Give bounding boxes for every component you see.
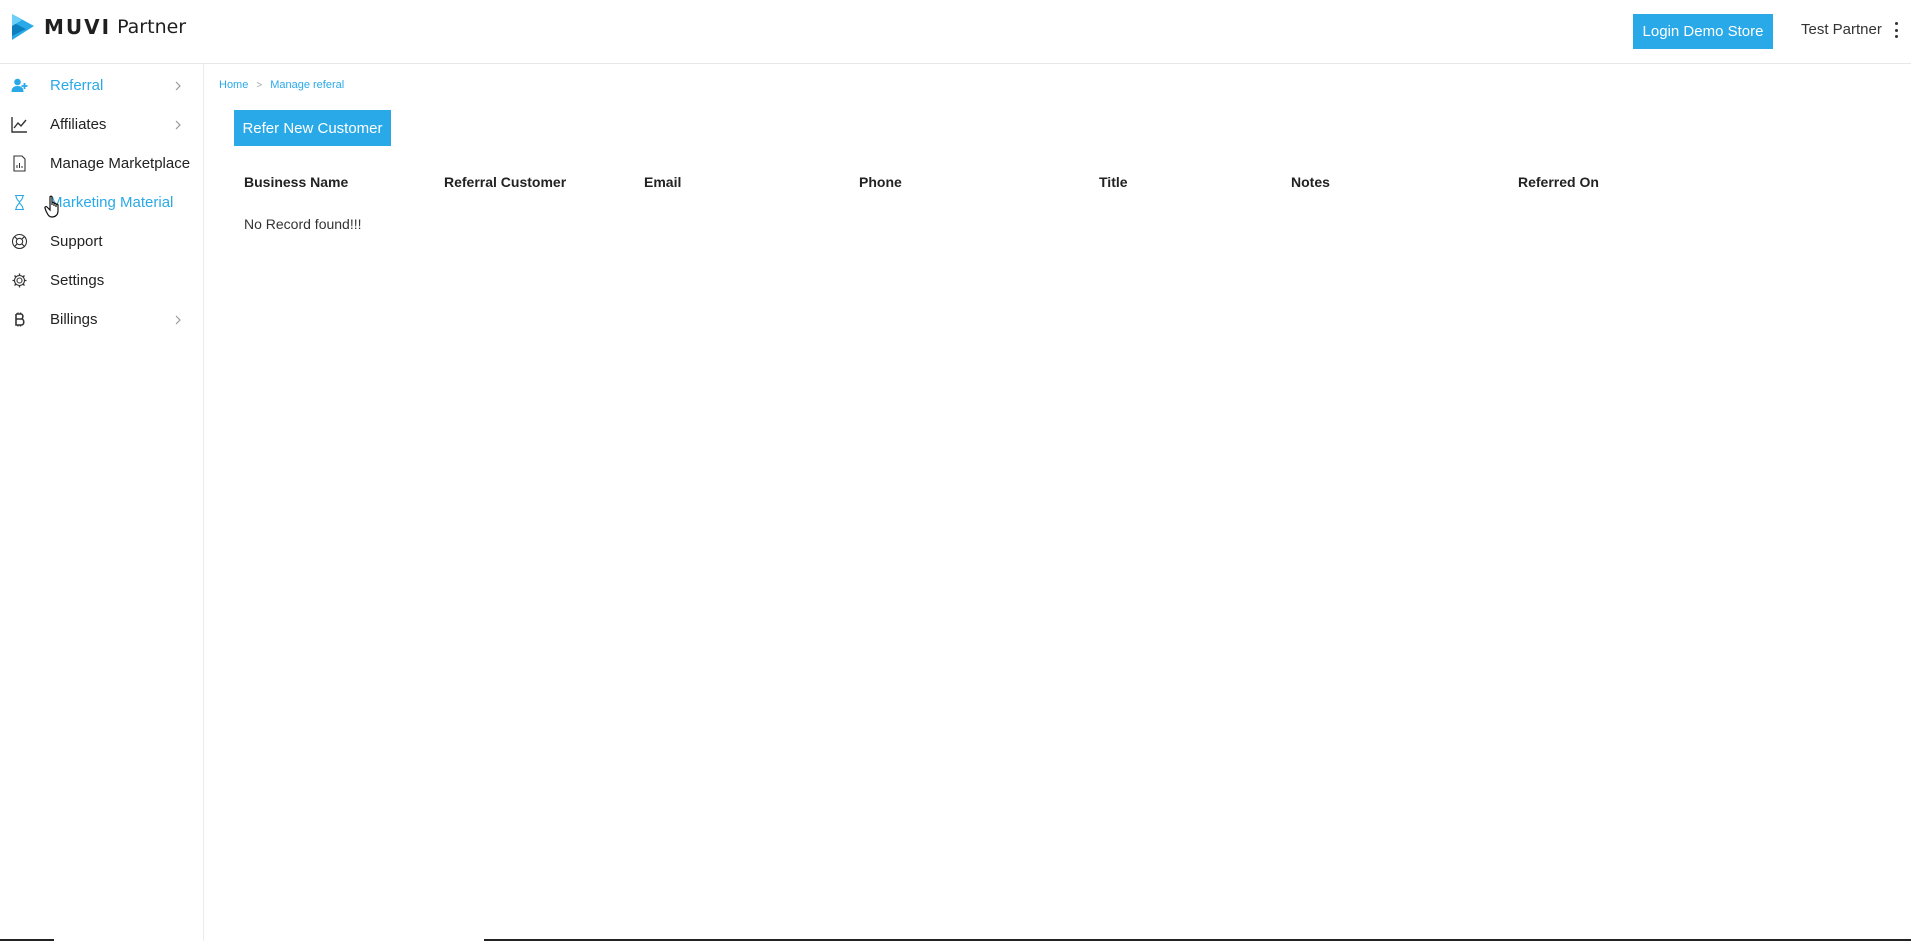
breadcrumb-separator: > [256, 79, 263, 91]
empty-state-message: No Record found!!! [244, 216, 362, 232]
breadcrumb-home-link[interactable]: Home [219, 79, 248, 91]
sidebar-item-label: Manage Marketplace [50, 155, 191, 172]
breadcrumb: Home > Manage referal [219, 79, 344, 91]
more-options-icon[interactable] [1893, 22, 1899, 38]
breadcrumb-current[interactable]: Manage referal [270, 79, 344, 91]
line-chart-icon [11, 116, 28, 133]
column-header-business-name: Business Name [244, 174, 349, 190]
column-header-email: Email [644, 174, 682, 190]
add-user-icon [11, 77, 28, 94]
sidebar-item-label: Marketing Material [50, 194, 174, 211]
refer-new-customer-button[interactable]: Refer New Customer [234, 110, 391, 146]
brand-name: MUVI [44, 15, 112, 39]
gear-icon [11, 272, 28, 289]
sidebar-item-marketing-material[interactable]: Marketing Material [0, 183, 203, 222]
user-name[interactable]: Test Partner [1801, 21, 1882, 38]
document-chart-icon [11, 155, 28, 172]
top-bar: MUVI Partner Login Demo Store Test Partn… [0, 0, 1911, 64]
sidebar-item-settings[interactable]: Settings [0, 261, 203, 300]
main-content: Home > Manage referal Refer New Customer… [205, 64, 1911, 941]
login-demo-store-button[interactable]: Login Demo Store [1633, 14, 1773, 49]
bitcoin-icon [11, 311, 28, 328]
sidebar-item-label: Affiliates [50, 116, 107, 133]
sidebar-item-manage-marketplace[interactable]: Manage Marketplace [0, 144, 203, 183]
sidebar-item-billings[interactable]: Billings [0, 300, 203, 339]
column-header-notes: Notes [1291, 174, 1330, 190]
brand-subtitle: Partner [117, 16, 187, 38]
sidebar-item-referral[interactable]: Referral [0, 66, 203, 105]
sidebar-item-label: Referral [50, 77, 104, 94]
sidebar-item-label: Billings [50, 311, 98, 328]
chevron-right-icon [175, 81, 181, 91]
muvi-logo-icon [12, 14, 34, 40]
lifebuoy-icon [11, 233, 28, 250]
chevron-right-icon [175, 120, 181, 130]
sidebar-item-support[interactable]: Support [0, 222, 203, 261]
column-header-title: Title [1099, 174, 1128, 190]
chevron-right-icon [175, 315, 181, 325]
sidebar-item-label: Support [50, 233, 103, 250]
sidebar: Referral Affiliates Manage Marketplace M… [0, 64, 204, 941]
column-header-phone: Phone [859, 174, 902, 190]
hourglass-icon [11, 194, 28, 211]
sidebar-item-label: Settings [50, 272, 105, 289]
logo[interactable]: MUVI Partner [10, 12, 186, 42]
sidebar-item-affiliates[interactable]: Affiliates [0, 105, 203, 144]
column-header-referral-customer: Referral Customer [444, 174, 567, 190]
column-header-referred-on: Referred On [1518, 174, 1599, 190]
